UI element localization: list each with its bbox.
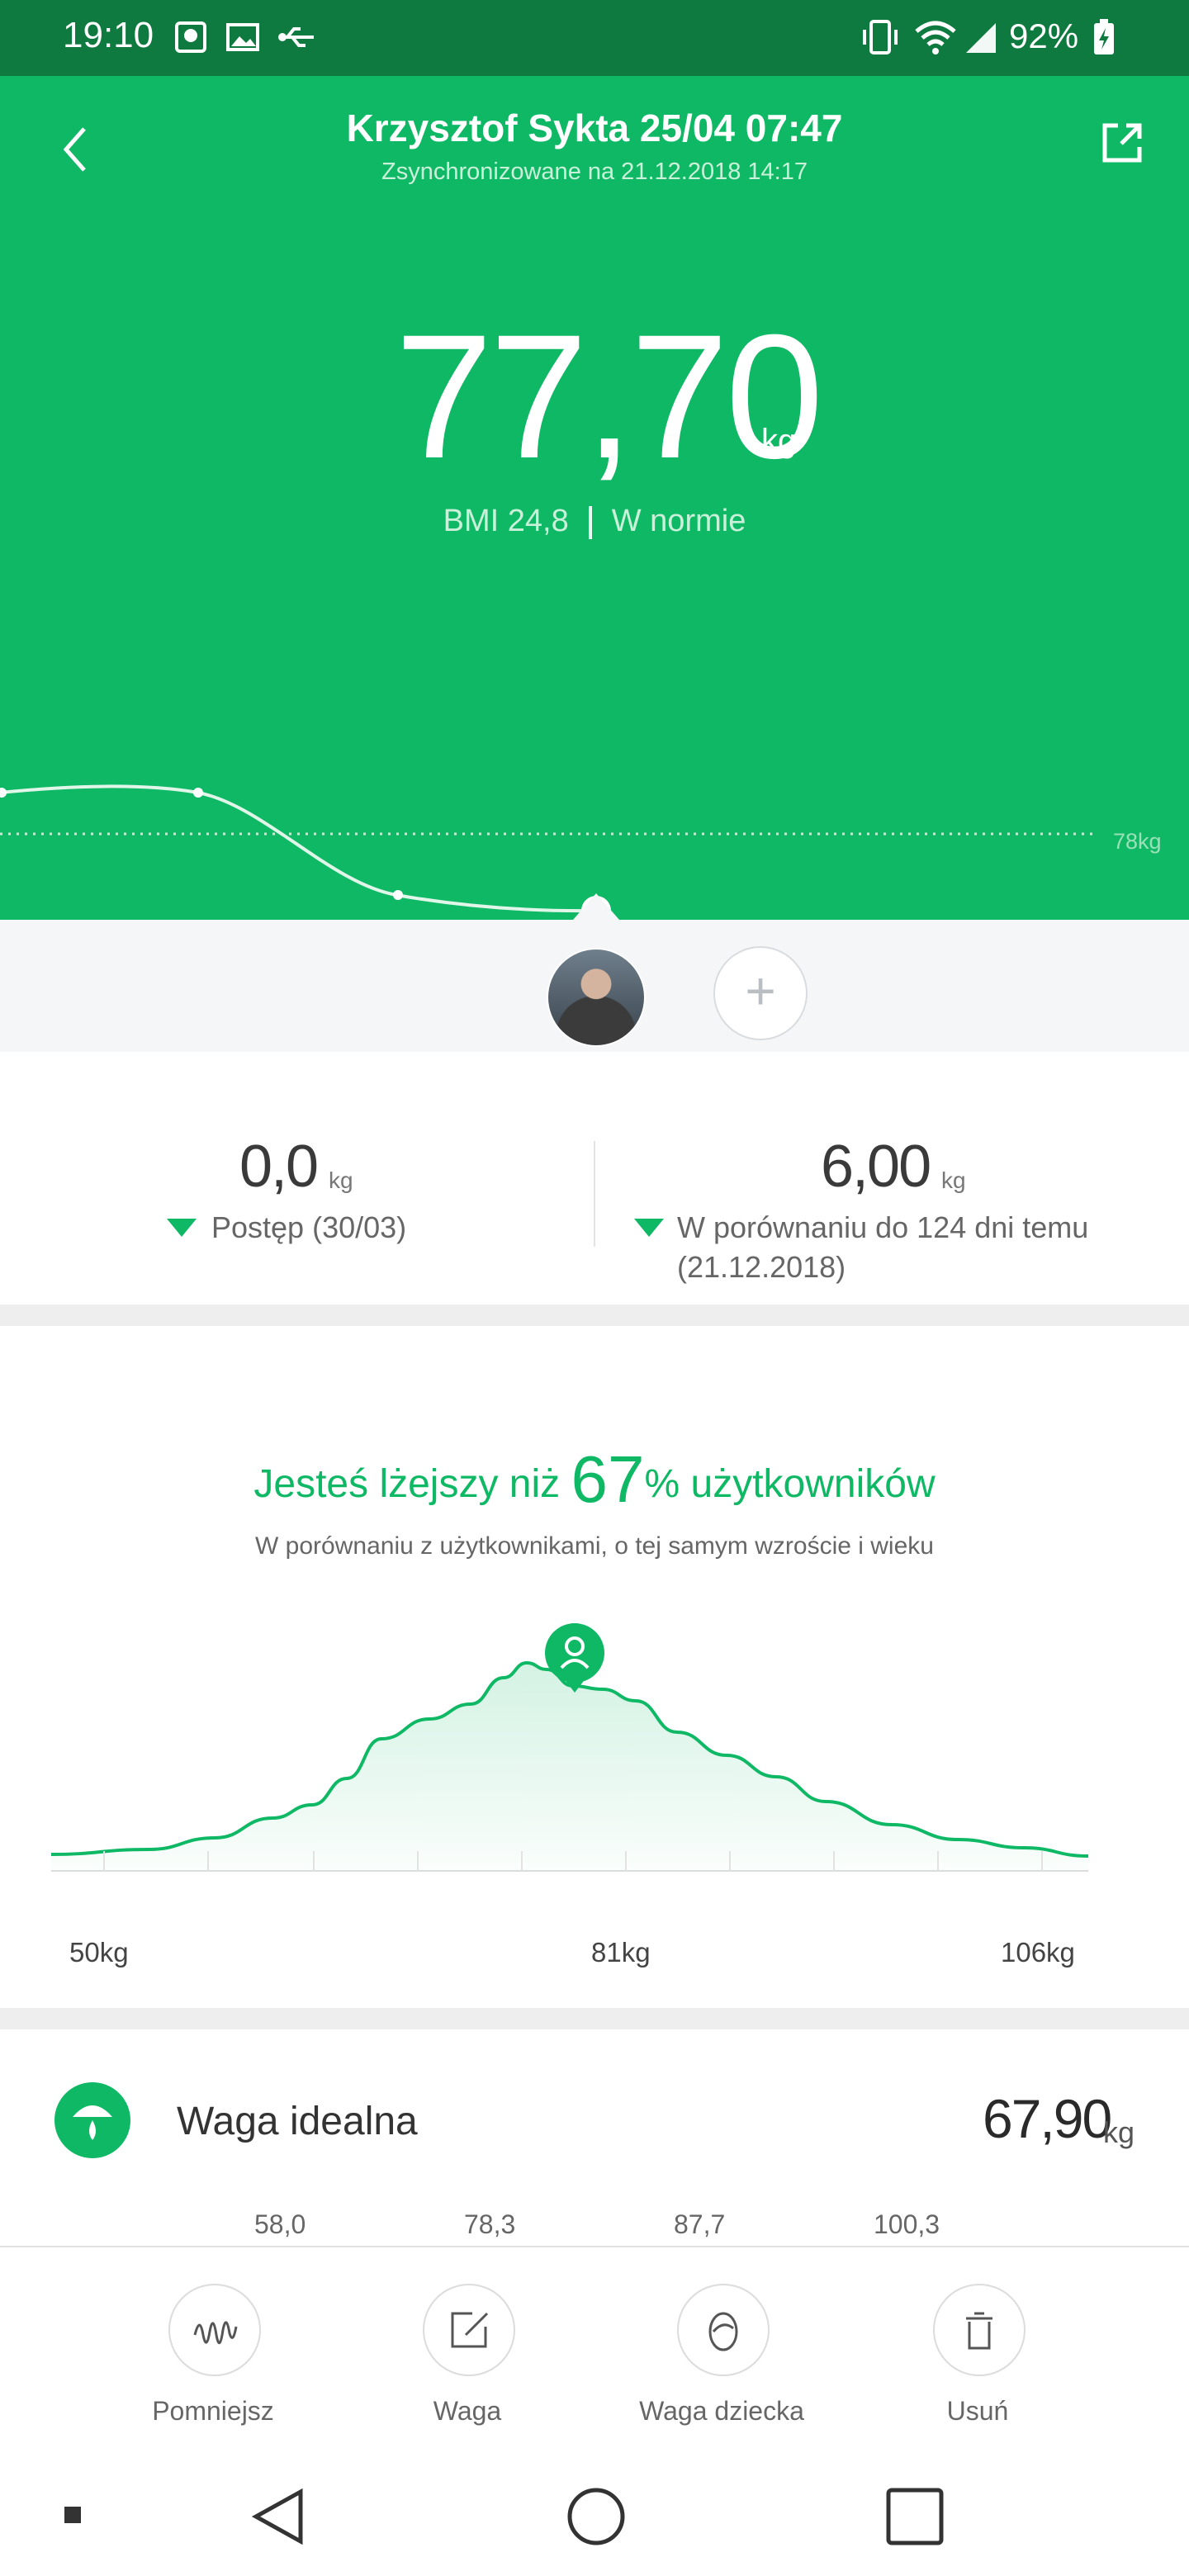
app-notification-icon (175, 21, 206, 53)
progress-label: Postęp (30/03) (211, 1210, 407, 1244)
progress-value: 0,0 (239, 1134, 319, 1200)
trend-point[interactable] (193, 788, 203, 798)
avatar[interactable] (547, 948, 646, 1047)
back-triangle-icon[interactable] (248, 2484, 314, 2550)
axis-label-max: 106kg (1001, 1937, 1075, 1968)
ideal-weight-unit: kg (1103, 2115, 1135, 2149)
bmi-status: W normie (611, 504, 746, 538)
distribution-chart (50, 1623, 1089, 1872)
compare-value: 6,00 (821, 1134, 931, 1200)
section-divider (0, 1305, 1189, 1326)
overview-square-icon[interactable] (882, 2484, 948, 2550)
down-triangle-icon (634, 1219, 664, 1237)
baby-weight-label: Waga dziecka (639, 2396, 804, 2426)
scale-value: 78,3 (464, 2209, 516, 2239)
action-bar: Pomniejsz Waga Waga dziecka Usuń (0, 2246, 1189, 2446)
selection-pointer (573, 893, 619, 920)
bmi-separator (588, 505, 592, 539)
comparison-subtitle: W porównaniu z użytkownikami, o tej samy… (255, 1532, 934, 1560)
weight-unit: kg (761, 423, 797, 459)
delete-button[interactable] (933, 2284, 1026, 2376)
comparison-title: Jesteś lżejszy niż 67% użytkowników (0, 1442, 1189, 1518)
compare-date: (21.12.2018) (677, 1250, 846, 1284)
comparison-percent: 67 (571, 1442, 645, 1516)
home-circle-icon[interactable] (563, 2484, 629, 2550)
delete-label: Usuń (946, 2396, 1009, 2426)
compare-label: W porównaniu do 124 dni temu (677, 1210, 1089, 1244)
share-icon[interactable] (1097, 117, 1148, 168)
battery-charging-icon (1094, 19, 1114, 54)
trend-point[interactable] (0, 788, 7, 798)
axis-label-mid: 81kg (591, 1937, 651, 1968)
progress-section: 0,0 kg Postęp (30/03) 6,00 kg W porównan… (0, 1052, 1189, 1305)
comparison-section: Jesteś lżejszy niż 67% użytkowników W po… (0, 1326, 1189, 2008)
scale-value: 87,7 (674, 2209, 726, 2239)
bmi-value: BMI 24,8 (443, 504, 569, 538)
system-nav-bar (0, 2444, 1189, 2576)
shrink-label: Pomniejsz (152, 2396, 274, 2426)
scale-value: 58,0 (254, 2209, 306, 2239)
status-time: 19:10 (63, 15, 154, 55)
baby-weight-button[interactable] (677, 2284, 770, 2376)
trend-point[interactable] (393, 890, 403, 900)
profile-strip: + (0, 920, 1189, 1052)
plus-icon: + (745, 961, 776, 1020)
edit-icon (451, 2312, 489, 2348)
ideal-weight-label: Waga idealna (177, 2100, 418, 2143)
down-triangle-icon (167, 1219, 197, 1237)
weight-hero: Krzysztof Sykta 25/04 07:47 Zsynchronizo… (0, 76, 1189, 920)
comparison-title-suffix: % użytkowników (644, 1462, 936, 1506)
edit-weight-button[interactable] (423, 2284, 515, 2376)
wifi-icon (915, 21, 956, 54)
recent-dot-icon[interactable] (64, 2507, 81, 2523)
divider (594, 1141, 595, 1247)
signal-icon (966, 23, 996, 53)
weight-value: 77,70 (395, 298, 824, 495)
page-title: Krzysztof Sykta 25/04 07:47 (346, 107, 843, 149)
scale-value: 100,3 (874, 2209, 940, 2239)
shrink-button[interactable] (168, 2284, 261, 2376)
progress-unit: kg (329, 1167, 353, 1193)
wave-icon (193, 2321, 238, 2344)
scale-drop-icon (54, 2082, 130, 2158)
add-profile-button[interactable]: + (713, 946, 808, 1040)
comparison-title-prefix: Jesteś lżejszy niż (253, 1462, 571, 1506)
weight-trend-chart[interactable] (0, 720, 1189, 920)
image-icon (226, 23, 259, 51)
trend-line (0, 784, 597, 913)
section-divider (0, 2008, 1189, 2029)
status-bar: 19:10 92% (0, 0, 1189, 76)
bmi-line: BMI 24,8 W normie (0, 504, 1189, 539)
baby-icon (708, 2312, 738, 2351)
ideal-weight-row[interactable]: Waga idealna 67,90 kg 58,0 78,3 87,7 100… (0, 2029, 1189, 2246)
battery-percent: 92% (1009, 17, 1079, 55)
vibrate-icon (863, 20, 898, 54)
weight-label: Waga (433, 2396, 502, 2426)
usb-icon (278, 27, 314, 47)
trash-icon (966, 2312, 992, 2350)
reference-label: 78kg (1113, 829, 1162, 854)
ideal-weight-value: 67,90 (983, 2088, 1112, 2149)
sync-subtitle: Zsynchronizowane na 21.12.2018 14:17 (381, 159, 808, 185)
compare-unit: kg (941, 1167, 966, 1193)
axis-label-min: 50kg (69, 1937, 129, 1968)
